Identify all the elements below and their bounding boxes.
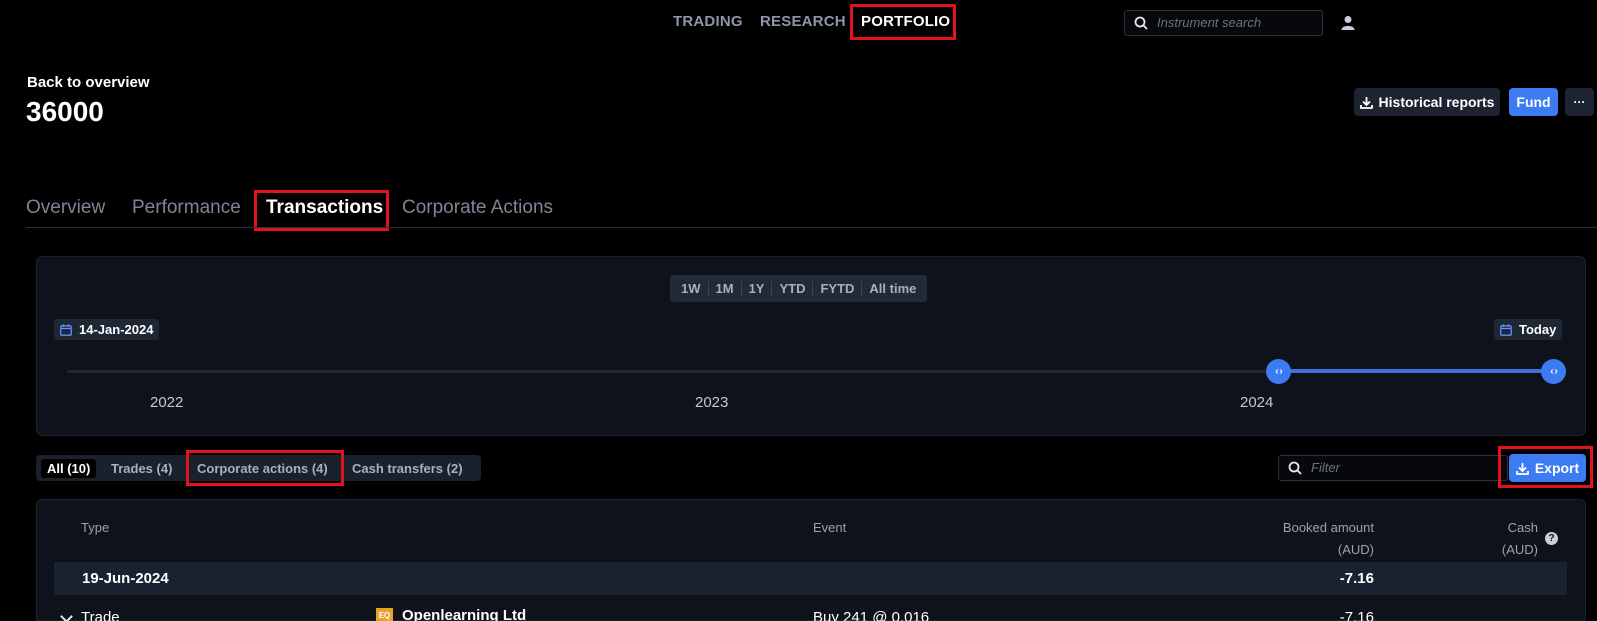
account-number: 36000	[26, 96, 104, 127]
year-label-2023: 2023	[695, 394, 729, 411]
calendar-icon	[60, 324, 72, 336]
help-icon[interactable]: ?	[1545, 532, 1558, 545]
highlight-export-button	[1498, 446, 1593, 488]
booked-amount-label: Booked amount	[1282, 520, 1374, 535]
end-date-picker[interactable]: Today	[1494, 319, 1563, 340]
user-icon[interactable]	[1341, 15, 1355, 30]
tabs-divider	[26, 227, 1597, 228]
instrument-search[interactable]	[1124, 10, 1323, 36]
end-date-label: Today	[1519, 322, 1557, 337]
column-header-booked-amount[interactable]: Booked amount (AUD)	[1200, 517, 1374, 561]
segment-cash-transfers[interactable]: Cash transfers (2)	[346, 459, 469, 478]
booked-amount-unit: (AUD)	[1337, 542, 1374, 557]
period-selector: 1W 1M 1Y YTD FYTD All time	[670, 275, 928, 302]
column-header-type[interactable]: Type	[81, 517, 109, 539]
tab-corporate-actions[interactable]: Corporate Actions	[402, 197, 553, 219]
highlight-corporate-actions-filter	[186, 450, 344, 486]
period-ytd[interactable]: YTD	[772, 281, 814, 296]
period-1y[interactable]: 1Y	[742, 281, 773, 296]
highlight-transactions-tab	[254, 190, 389, 231]
row-instrument[interactable]: Openlearning Ltd	[402, 607, 526, 621]
search-input[interactable]	[1157, 15, 1317, 30]
group-date: 19-Jun-2024	[82, 570, 169, 587]
segment-all[interactable]: All (10)	[41, 459, 97, 478]
period-1w[interactable]: 1W	[674, 281, 709, 296]
download-icon	[1359, 96, 1373, 109]
filter-box[interactable]	[1278, 455, 1508, 481]
year-label-2024: 2024	[1240, 394, 1274, 411]
column-header-event[interactable]: Event	[813, 517, 846, 539]
equity-badge: EQ	[376, 608, 393, 621]
period-1m[interactable]: 1M	[709, 281, 742, 296]
cash-unit: (AUD)	[1501, 542, 1538, 557]
segment-trades[interactable]: Trades (4)	[105, 459, 178, 478]
historical-reports-button[interactable]: Historical reports	[1354, 88, 1500, 116]
calendar-icon	[1500, 324, 1512, 336]
tab-overview[interactable]: Overview	[26, 197, 105, 219]
row-type: Trade	[81, 609, 120, 621]
search-icon	[1134, 16, 1148, 30]
filter-input[interactable]	[1311, 460, 1491, 475]
period-fytd[interactable]: FYTD	[813, 281, 863, 296]
highlight-portfolio	[850, 4, 956, 40]
range-start-handle[interactable]: ‹ ›	[1266, 359, 1291, 384]
nav-research[interactable]: RESEARCH	[760, 13, 846, 30]
column-header-cash[interactable]: Cash (AUD)	[1460, 517, 1538, 561]
tab-performance[interactable]: Performance	[132, 197, 241, 219]
timeline-selected-range	[1280, 369, 1554, 373]
row-event: Buy 241 @ 0.016	[813, 609, 930, 621]
nav-trading[interactable]: TRADING	[673, 13, 743, 30]
start-date-label: 14-Jan-2024	[79, 322, 154, 337]
search-icon	[1288, 461, 1302, 475]
fund-button[interactable]: Fund	[1509, 88, 1558, 116]
start-date-picker[interactable]: 14-Jan-2024	[54, 319, 160, 340]
range-end-handle[interactable]: ‹ ›	[1541, 359, 1566, 384]
back-to-overview-link[interactable]: Back to overview	[27, 74, 150, 91]
historical-reports-label: Historical reports	[1378, 94, 1495, 110]
row-amount: -7.16	[1339, 609, 1374, 621]
period-all-time[interactable]: All time	[862, 281, 923, 296]
group-total: -7.16	[1339, 570, 1374, 587]
more-button[interactable]: ···	[1565, 88, 1594, 116]
year-label-2022: 2022	[150, 394, 184, 411]
cash-label: Cash	[1507, 520, 1538, 535]
